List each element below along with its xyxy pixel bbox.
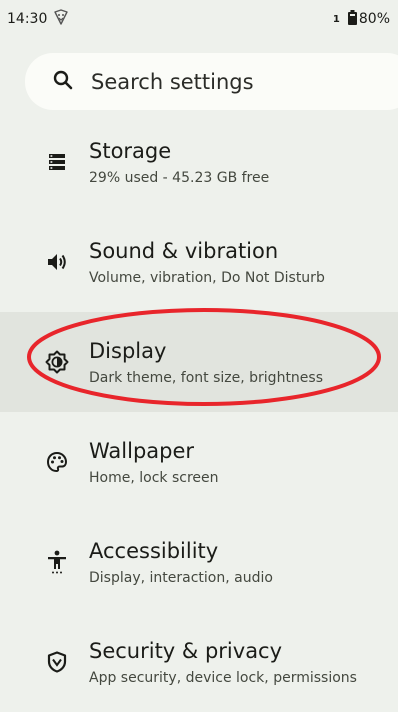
battery-icon — [347, 9, 357, 29]
sim-indicator: 1 — [332, 13, 340, 25]
status-time: 14:30 — [7, 11, 48, 27]
settings-item-subtitle: 29% used - 45.23 GB free — [89, 170, 270, 186]
settings-item-subtitle: Home, lock screen — [89, 470, 219, 486]
settings-item-subtitle: Display, interaction, audio — [89, 570, 273, 586]
volume-icon — [45, 250, 69, 274]
shield-notification-icon — [53, 9, 69, 29]
settings-item-storage[interactable]: Storage 29% used - 45.23 GB free — [0, 112, 398, 212]
battery-percent: 80% — [358, 11, 390, 27]
status-right: 1 80% — [332, 9, 390, 29]
settings-list: Storage 29% used - 45.23 GB free Sound &… — [0, 112, 398, 712]
settings-item-title: Display — [89, 339, 167, 363]
settings-item-title: Wallpaper — [89, 439, 195, 463]
settings-item-text: Sound & vibration Volume, vibration, Do … — [89, 238, 325, 288]
status-left: 14:30 — [7, 9, 69, 29]
search-bar[interactable]: Search settings — [25, 53, 398, 110]
brightness-icon — [45, 350, 69, 374]
accessibility-icon — [45, 550, 69, 574]
settings-item-subtitle: Volume, vibration, Do Not Disturb — [89, 270, 325, 286]
shield-icon — [45, 650, 69, 674]
palette-icon — [45, 450, 69, 474]
settings-item-sound[interactable]: Sound & vibration Volume, vibration, Do … — [0, 212, 398, 312]
settings-item-subtitle: App security, device lock, permissions — [89, 670, 357, 686]
storage-icon — [45, 150, 69, 174]
settings-item-title: Accessibility — [89, 539, 219, 563]
battery-status: 80% — [347, 9, 390, 29]
settings-item-title: Storage — [89, 139, 172, 163]
settings-item-text: Display Dark theme, font size, brightnes… — [89, 338, 323, 388]
search-placeholder: Search settings — [91, 69, 254, 94]
settings-item-text: Storage 29% used - 45.23 GB free — [89, 138, 269, 188]
settings-item-security[interactable]: Security & privacy App security, device … — [0, 612, 398, 712]
settings-item-display[interactable]: Display Dark theme, font size, brightnes… — [0, 312, 398, 412]
status-bar: 14:30 1 80% — [0, 0, 398, 38]
settings-item-text: Accessibility Display, interaction, audi… — [89, 538, 273, 588]
settings-item-title: Sound & vibration — [89, 239, 279, 263]
settings-item-text: Wallpaper Home, lock screen — [89, 438, 219, 488]
settings-item-wallpaper[interactable]: Wallpaper Home, lock screen — [0, 412, 398, 512]
settings-item-accessibility[interactable]: Accessibility Display, interaction, audi… — [0, 512, 398, 612]
settings-item-text: Security & privacy App security, device … — [89, 638, 357, 688]
settings-item-subtitle: Dark theme, font size, brightness — [89, 370, 324, 386]
settings-item-title: Security & privacy — [89, 639, 283, 663]
search-icon — [53, 70, 73, 94]
